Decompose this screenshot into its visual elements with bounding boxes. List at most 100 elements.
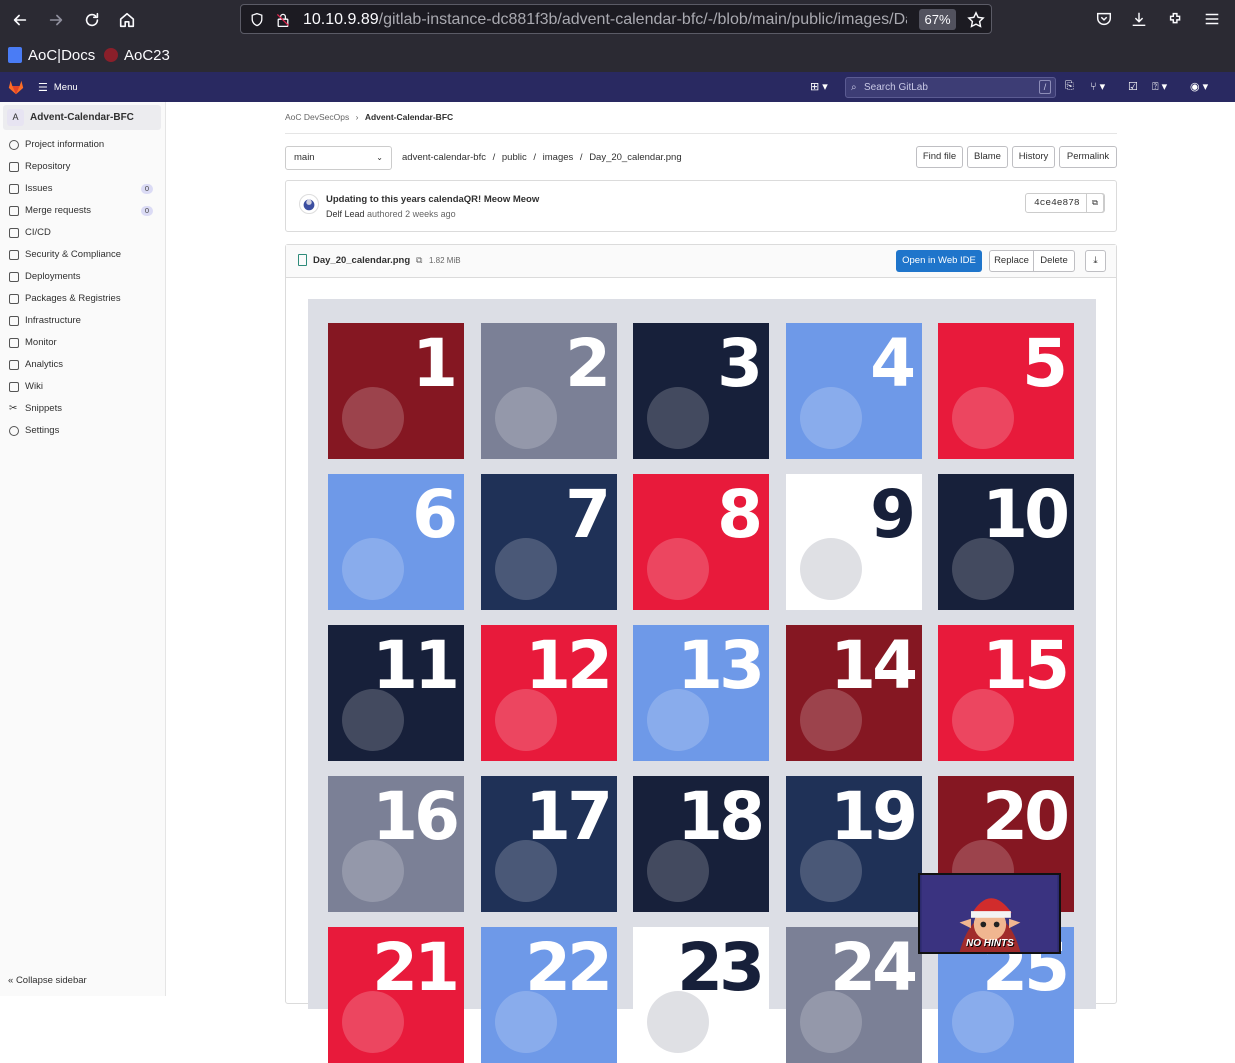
repository-icon xyxy=(9,162,19,172)
calendar-day-18: 18 xyxy=(633,776,769,912)
double-chevron-left-icon: « xyxy=(8,975,14,986)
sidebar-item-merge-requests[interactable]: Merge requests 0 xyxy=(9,202,157,220)
sidebar-item-issues[interactable]: Issues 0 xyxy=(9,180,157,198)
calendar-day-illustration xyxy=(647,991,709,1053)
history-button[interactable]: History xyxy=(1012,146,1055,168)
home-button[interactable] xyxy=(114,7,140,33)
commit-sha[interactable]: 4ce4e878 ⧉ xyxy=(1025,193,1105,213)
merge-requests-count-badge: 0 xyxy=(140,206,153,216)
copy-path-icon[interactable]: ⧉ xyxy=(416,255,422,266)
gitlab-logo-icon[interactable] xyxy=(7,78,25,96)
calendar-day-illustration xyxy=(342,840,404,902)
calendar-day-number: 19 xyxy=(830,778,918,855)
calendar-day-illustration xyxy=(800,991,862,1053)
branch-selector[interactable]: main ⌄ xyxy=(285,146,392,170)
lock-icon[interactable] xyxy=(275,12,291,28)
breadcrumb-project[interactable]: Advent-Calendar-BFC xyxy=(365,112,453,122)
calendar-day-illustration xyxy=(800,387,862,449)
download-button[interactable]: ⤓ xyxy=(1085,250,1106,272)
calendar-day-number: 3 xyxy=(717,325,763,402)
sidebar-item-wiki[interactable]: Wiki xyxy=(9,378,157,396)
file-path-breadcrumb: advent-calendar-bfc / public / images / … xyxy=(402,152,682,163)
star-icon[interactable] xyxy=(967,11,985,29)
calendar-day-number: 6 xyxy=(412,476,458,553)
download-icon[interactable] xyxy=(1130,10,1148,28)
file-name: Day_20_calendar.png xyxy=(313,255,411,266)
calendar-day-illustration xyxy=(342,538,404,600)
user-avatar-icon[interactable]: ◉ ▾ xyxy=(1190,80,1208,93)
path-segment-repo[interactable]: advent-calendar-bfc xyxy=(402,152,486,163)
sidebar-item-snippets[interactable]: ✂ Snippets xyxy=(9,400,157,418)
copy-icon[interactable]: ⧉ xyxy=(1086,193,1104,213)
issues-shortcut-icon[interactable]: ⎘ xyxy=(1065,80,1074,93)
author-avatar[interactable] xyxy=(299,194,319,214)
infrastructure-icon xyxy=(9,316,19,326)
calendar-day-8: 8 xyxy=(633,474,769,610)
calendar-day-19: 19 xyxy=(786,776,922,912)
replace-button[interactable]: Replace xyxy=(989,250,1034,272)
menu-button[interactable]: ☰ Menu xyxy=(38,81,78,94)
calendar-day-illustration xyxy=(800,840,862,902)
image-file-icon xyxy=(298,254,307,266)
sidebar-item-ci-cd[interactable]: CI/CD xyxy=(9,224,157,242)
create-new-icon[interactable]: ⊞ ▾ xyxy=(810,80,828,93)
delete-button[interactable]: Delete xyxy=(1033,250,1075,272)
hint-popup[interactable]: NO HINTS xyxy=(918,873,1061,954)
file-size: 1.82 MiB xyxy=(429,256,461,265)
forward-button[interactable] xyxy=(43,7,69,33)
url-bar[interactable]: 10.10.9.89/gitlab-instance-dc881f3b/adve… xyxy=(240,4,992,34)
sidebar-item-repository[interactable]: Repository xyxy=(9,158,157,176)
blame-button[interactable]: Blame xyxy=(967,146,1008,168)
sidebar-item-analytics[interactable]: Analytics xyxy=(9,356,157,374)
todo-icon[interactable]: ☑ xyxy=(1128,80,1138,93)
calendar-day-illustration xyxy=(495,538,557,600)
sidebar-item-project-information[interactable]: Project information xyxy=(9,136,157,154)
sidebar-item-infrastructure[interactable]: Infrastructure xyxy=(9,312,157,330)
collapse-sidebar-button[interactable]: « Collapse sidebar xyxy=(8,975,87,986)
permalink-button[interactable]: Permalink xyxy=(1059,146,1117,168)
back-button[interactable] xyxy=(7,7,33,33)
calendar-day-16: 16 xyxy=(328,776,464,912)
merge-requests-shortcut-icon[interactable]: ⑂ ▾ xyxy=(1090,80,1105,93)
path-segment-public[interactable]: public xyxy=(502,152,527,163)
divider xyxy=(285,133,1117,134)
chevron-down-icon: ⌄ xyxy=(376,153,383,162)
shield-icon[interactable] xyxy=(249,12,265,28)
search-input[interactable]: ⌕ Search GitLab / xyxy=(845,77,1056,98)
calendar-day-illustration xyxy=(800,538,862,600)
commit-message[interactable]: Updating to this years calendaQR! Meow M… xyxy=(326,194,539,205)
calendar-day-number: 20 xyxy=(982,778,1070,855)
zoom-indicator[interactable]: 67% xyxy=(919,9,956,30)
help-icon[interactable]: ⍰ ▾ xyxy=(1152,80,1167,94)
sidebar-project-header[interactable]: A Advent-Calendar-BFC xyxy=(3,105,161,130)
arrow-left-icon xyxy=(13,14,27,26)
aoc-logo-icon xyxy=(104,48,118,62)
browser-toolbar: 10.10.9.89/gitlab-instance-dc881f3b/adve… xyxy=(0,0,1235,72)
breadcrumb-group[interactable]: AoC DevSecOps xyxy=(285,112,349,122)
issues-count-badge: 0 xyxy=(140,184,153,194)
sidebar-item-monitor[interactable]: Monitor xyxy=(9,334,157,352)
breadcrumb: AoC DevSecOps › Advent-Calendar-BFC xyxy=(285,112,453,122)
calendar-day-number: 11 xyxy=(372,627,460,704)
bookmark-aoc-docs[interactable]: AoC|Docs xyxy=(8,44,95,66)
calendar-day-illustration xyxy=(495,689,557,751)
calendar-day-number: 18 xyxy=(677,778,765,855)
sidebar-item-settings[interactable]: Settings xyxy=(9,422,157,440)
commit-author[interactable]: Delf Lead xyxy=(326,209,365,219)
bookmark-aoc23[interactable]: AoC23 xyxy=(104,44,170,66)
path-segment-images[interactable]: images xyxy=(543,152,574,163)
hamburger-menu-icon[interactable] xyxy=(1203,10,1221,28)
pocket-icon[interactable] xyxy=(1095,10,1113,28)
reload-button[interactable] xyxy=(79,7,105,33)
extensions-icon[interactable] xyxy=(1167,10,1185,28)
open-web-ide-button[interactable]: Open in Web IDE xyxy=(896,250,982,272)
sidebar-item-packages[interactable]: Packages & Registries xyxy=(9,290,157,308)
find-file-button[interactable]: Find file xyxy=(916,146,963,168)
calendar-day-7: 7 xyxy=(481,474,617,610)
sidebar-item-deployments[interactable]: Deployments xyxy=(9,268,157,286)
book-icon xyxy=(9,382,19,392)
hamburger-icon: ☰ xyxy=(38,82,48,94)
sidebar-item-security[interactable]: Security & Compliance xyxy=(9,246,157,264)
calendar-day-4: 4 xyxy=(786,323,922,459)
path-segment-file[interactable]: Day_20_calendar.png xyxy=(589,152,681,163)
